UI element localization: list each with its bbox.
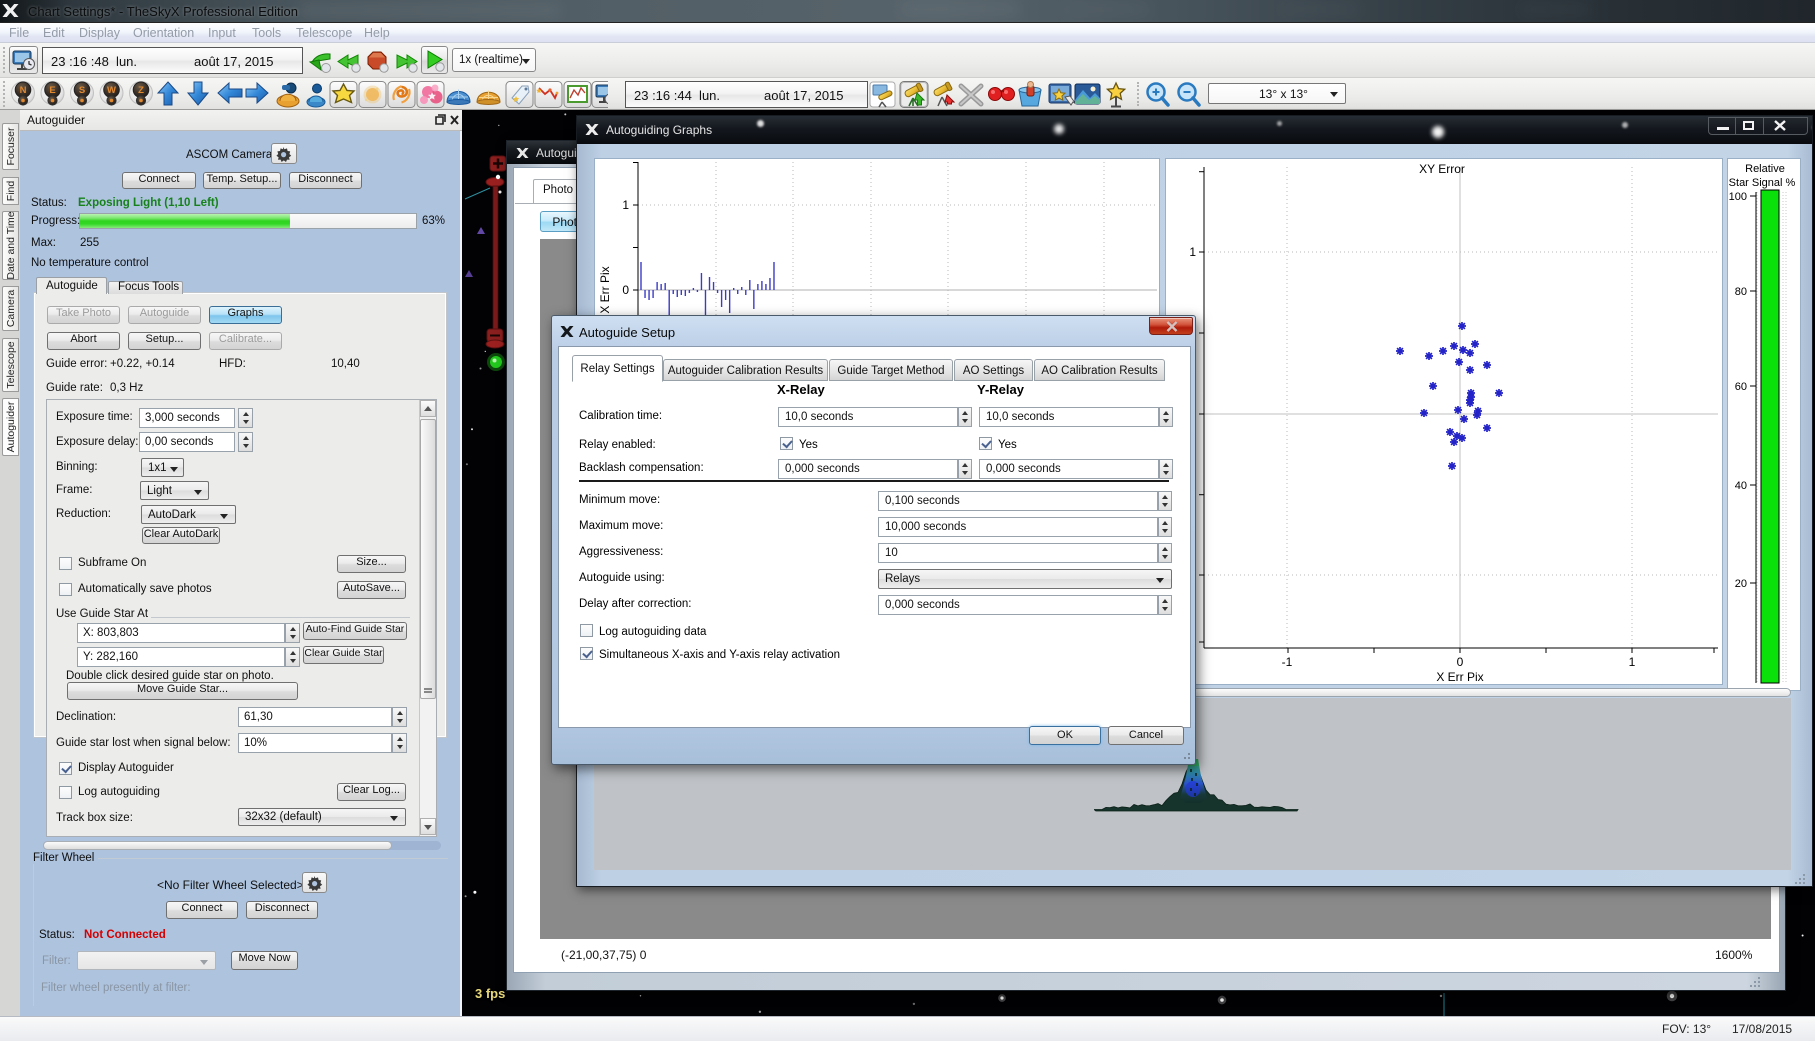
svg-text:XY Error: XY Error [1419,162,1465,176]
svg-text:Telescope: Telescope [5,341,17,388]
svg-text:Find: Find [5,181,17,202]
svg-text:E: E [49,85,55,96]
svg-text:1: 1 [1189,245,1196,259]
svg-text:Camera: Camera [5,290,17,328]
svg-text:0: 0 [622,283,629,297]
svg-text:100: 100 [1729,191,1747,203]
svg-text:40: 40 [1735,480,1747,492]
svg-text:Star Signal %: Star Signal % [1729,177,1796,189]
svg-text:1: 1 [1629,655,1636,669]
svg-text:60: 60 [1735,381,1747,393]
svg-text:0: 0 [1457,655,1464,669]
svg-text:Autoguider: Autoguider [5,401,17,452]
svg-text:1: 1 [622,198,629,212]
svg-text:X Err Pix: X Err Pix [1436,670,1483,684]
svg-text:Focuser: Focuser [5,127,17,165]
svg-text:-1: -1 [1282,655,1293,669]
svg-text:X Err Pix: X Err Pix [598,266,612,313]
svg-text:80: 80 [1735,286,1747,298]
svg-text:Date and Time: Date and Time [5,211,17,279]
svg-text:Z: Z [138,85,144,96]
svg-text:20: 20 [1735,578,1747,590]
svg-text:W: W [107,85,116,96]
svg-text:Relative: Relative [1745,163,1785,175]
svg-text:N: N [20,85,27,96]
svg-text:S: S [79,85,85,96]
